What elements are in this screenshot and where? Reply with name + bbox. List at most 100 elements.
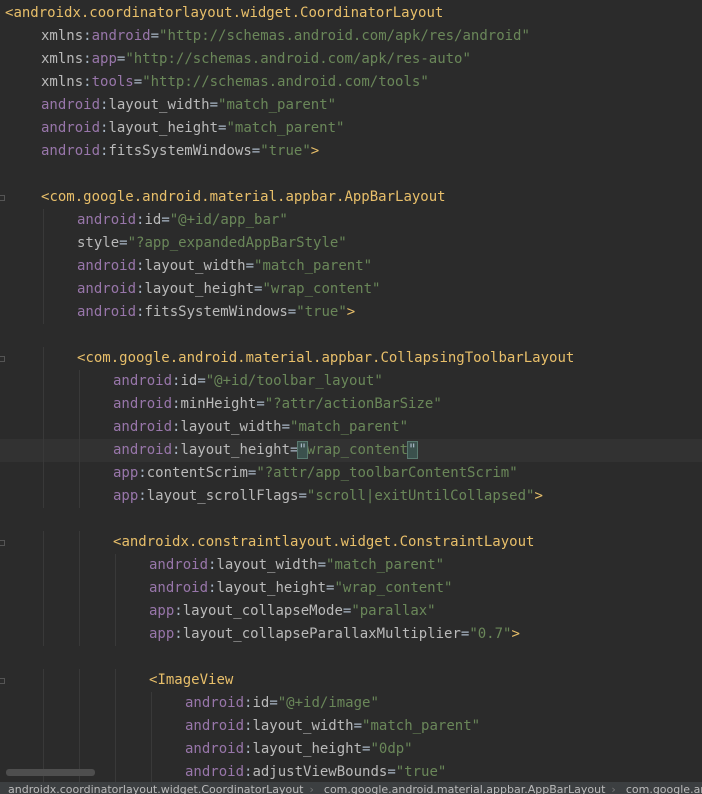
code-line[interactable] xyxy=(0,163,702,186)
code-token: "match_parent" xyxy=(326,557,445,573)
indent-guide xyxy=(43,738,44,761)
code-token: = xyxy=(245,258,255,274)
indent-guide xyxy=(43,439,44,462)
code-line[interactable]: android:layout_width="match_parent" xyxy=(0,94,702,117)
code-line[interactable]: android:layout_height="wrap_content" xyxy=(0,439,702,462)
code-token: = xyxy=(298,488,307,504)
code-line[interactable] xyxy=(0,508,702,531)
code-line[interactable]: android:minHeight="?attr/actionBarSize" xyxy=(0,393,702,416)
code-line[interactable]: xmlns:android="http://schemas.android.co… xyxy=(0,25,702,48)
chevron-right-icon: › xyxy=(611,783,616,794)
indent-guide xyxy=(79,416,80,439)
code-token: = xyxy=(150,28,160,44)
indent-guide xyxy=(79,554,80,577)
code-line[interactable]: <ImageView xyxy=(0,669,702,692)
code-token: : xyxy=(83,74,92,90)
code-token: android xyxy=(113,419,173,435)
code-token: com.google.android.material.appbar.AppBa… xyxy=(49,189,446,205)
code-line[interactable]: android:layout_width="match_parent" xyxy=(0,715,702,738)
code-token: = xyxy=(209,97,219,113)
code-editor[interactable]: <androidx.coordinatorlayout.widget.Coord… xyxy=(0,0,702,782)
code-token: layout_width xyxy=(108,97,210,113)
breadcrumb-item[interactable]: com.google.android.material.appbar.AppBa… xyxy=(316,782,610,794)
indent-guide xyxy=(115,692,116,715)
code-line[interactable]: app:contentScrim="?attr/app_toolbarConte… xyxy=(0,462,702,485)
code-line[interactable]: style="?app_expandedAppBarStyle" xyxy=(0,232,702,255)
code-line[interactable]: android:layout_height="0dp" xyxy=(0,738,702,761)
fold-marker-icon[interactable] xyxy=(0,356,5,362)
code-line[interactable]: android:layout_height="wrap_content" xyxy=(0,278,702,301)
indent-guide xyxy=(43,232,44,255)
indent-guide xyxy=(115,577,116,600)
code-token: "0.7" xyxy=(469,626,512,642)
code-line[interactable]: android:id="@+id/app_bar" xyxy=(0,209,702,232)
code-token: "true" xyxy=(296,304,347,320)
indent-guide xyxy=(43,669,44,692)
indent-guide xyxy=(151,692,152,715)
code-line[interactable] xyxy=(0,646,702,669)
code-token: android xyxy=(41,120,101,136)
code-token: = xyxy=(287,304,297,320)
code-token: android xyxy=(185,695,245,711)
code-line[interactable]: xmlns:tools="http://schemas.android.com/… xyxy=(0,71,702,94)
code-line[interactable]: android:layout_height="match_parent" xyxy=(0,117,702,140)
code-line[interactable]: android:fitsSystemWindows="true"> xyxy=(0,140,702,163)
code-line[interactable]: android:layout_height="wrap_content" xyxy=(0,577,702,600)
indent-guide xyxy=(43,393,44,416)
indent-guide xyxy=(115,600,116,623)
horizontal-scrollbar[interactable] xyxy=(6,769,95,776)
code-token: "?attr/app_toolbarContentScrim" xyxy=(256,465,518,481)
code-text: xmlns:android="http://schemas.android.co… xyxy=(41,25,530,48)
code-token: layout_height xyxy=(216,580,327,596)
code-token: > xyxy=(511,626,520,642)
fold-marker-icon[interactable] xyxy=(0,678,5,684)
code-line[interactable]: android:layout_width="match_parent" xyxy=(0,554,702,577)
code-text: <androidx.coordinatorlayout.widget.Coord… xyxy=(5,2,443,25)
indent-guide xyxy=(43,347,44,370)
code-token: " xyxy=(297,441,308,459)
code-token: ImageView xyxy=(157,672,234,688)
code-token: "match_parent" xyxy=(290,419,409,435)
indent-guide xyxy=(43,370,44,393)
code-line[interactable]: android:layout_width="match_parent" xyxy=(0,416,702,439)
code-line[interactable]: android:id="@+id/image" xyxy=(0,692,702,715)
code-line[interactable]: app:layout_collapseMode="parallax" xyxy=(0,600,702,623)
indent-guide xyxy=(79,669,80,692)
fold-marker-icon[interactable] xyxy=(0,195,5,201)
indent-guide xyxy=(115,738,116,761)
code-token: android xyxy=(41,97,101,113)
code-text: android:layout_width="match_parent" xyxy=(41,94,336,117)
code-line[interactable]: app:layout_collapseParallaxMultiplier="0… xyxy=(0,623,702,646)
code-text: app:contentScrim="?attr/app_toolbarConte… xyxy=(113,462,518,485)
code-line[interactable]: android:layout_width="match_parent" xyxy=(0,255,702,278)
code-text: app:layout_collapseParallaxMultiplier="0… xyxy=(149,623,520,646)
code-line[interactable]: android:fitsSystemWindows="true"> xyxy=(0,301,702,324)
indent-guide xyxy=(43,301,44,324)
code-token: = xyxy=(269,695,278,711)
code-line[interactable]: app:layout_scrollFlags="scroll|exitUntil… xyxy=(0,485,702,508)
code-line[interactable]: xmlns:app="http://schemas.android.com/ap… xyxy=(0,48,702,71)
indent-guide xyxy=(79,715,80,738)
code-token: layout_collapseMode xyxy=(182,603,343,619)
code-text: xmlns:app="http://schemas.android.com/ap… xyxy=(41,48,471,71)
code-token: android xyxy=(149,557,209,573)
breadcrumb-item[interactable]: androidx.coordinatorlayout.widget.Coordi… xyxy=(0,782,308,794)
code-line[interactable]: <com.google.android.material.appbar.Coll… xyxy=(0,347,702,370)
indent-guide xyxy=(79,738,80,761)
code-token: wrap_content xyxy=(306,442,409,458)
indent-guide xyxy=(115,715,116,738)
code-text: android:layout_height="match_parent" xyxy=(41,117,344,140)
code-line[interactable]: android:id="@+id/toolbar_layout" xyxy=(0,370,702,393)
code-token: xmlns xyxy=(41,74,84,90)
code-line[interactable] xyxy=(0,324,702,347)
code-text: android:layout_height="wrap_content" xyxy=(113,439,418,462)
code-line[interactable]: <androidx.coordinatorlayout.widget.Coord… xyxy=(0,2,702,25)
breadcrumb-item[interactable]: com.google.andr xyxy=(618,782,702,794)
indent-guide xyxy=(43,692,44,715)
fold-marker-icon[interactable] xyxy=(0,540,5,546)
code-line[interactable]: android:adjustViewBounds="true" xyxy=(0,761,702,782)
code-token: app xyxy=(149,603,175,619)
code-token: "@+id/image" xyxy=(277,695,379,711)
code-line[interactable]: <com.google.android.material.appbar.AppB… xyxy=(0,186,702,209)
code-line[interactable]: <androidx.constraintlayout.widget.Constr… xyxy=(0,531,702,554)
